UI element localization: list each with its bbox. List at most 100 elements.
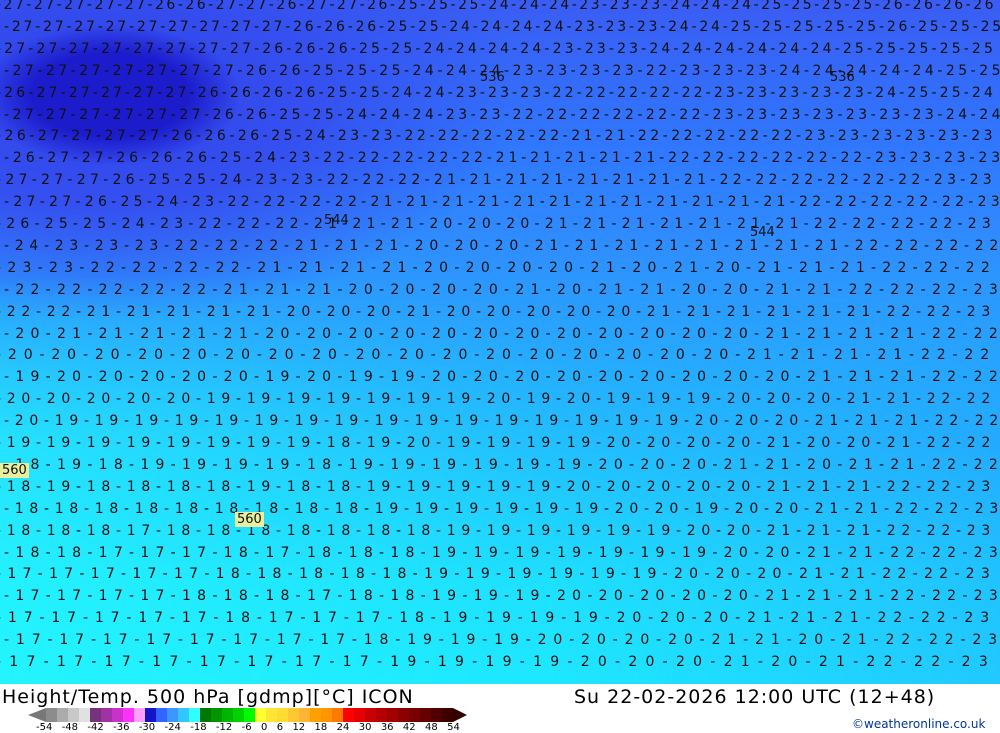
temperature-row: -17-17-17-17-17-17-17-17-19-19-19-19-20-… (0, 654, 996, 670)
scale-tick-label: -36 (113, 722, 130, 733)
color-swatch (387, 708, 398, 722)
contour-label: 536 (480, 70, 505, 85)
temperature-row: -19-19-19-19-19-19-19-19-18-19-20-19-19-… (0, 435, 996, 451)
temperature-row: -24-23-23-23-22-22-22-21-21-21-20-20-20-… (4, 237, 1000, 254)
color-swatch (288, 708, 299, 722)
color-swatch (145, 708, 156, 722)
temperature-row: -22-22-21-21-21-21-21-20-20-20-21-20-20-… (0, 303, 996, 320)
color-swatch (420, 708, 431, 722)
color-swatch (123, 708, 134, 722)
temperature-row: -17-17-17-17-17-17-17-17-18-19-19-19-20-… (4, 632, 1000, 649)
scale-tick-label: 6 (276, 722, 284, 733)
scale-tick-label: -30 (138, 722, 156, 733)
color-swatch (189, 708, 200, 722)
temperature-row: -26-27-27-27-27-27-26-26-26-26-25-25-24-… (0, 84, 996, 101)
color-swatch (233, 708, 244, 722)
temperature-row: -17-17-17-17-17-18-18-18-18-18-19-19-19-… (0, 566, 996, 583)
color-swatch (299, 708, 310, 722)
color-swatch (68, 708, 79, 722)
scale-tick-label: -6 (241, 722, 252, 733)
temperature-row: -18-18-17-17-17-18-17-18-18-18-19-19-19-… (4, 544, 1000, 561)
temperature-row: -27-27-27-27-27-26-26-27-27-26-27-27-26-… (0, 0, 996, 13)
scale-tick-label: -54 (36, 722, 53, 733)
color-swatch (101, 708, 112, 722)
color-swatch (167, 708, 178, 722)
color-swatch (244, 708, 255, 722)
color-swatch (156, 708, 167, 722)
temperature-row: -18-19-18-18-18-18-19-18-18-19-19-19-19-… (0, 478, 996, 495)
contour-label: 544 (750, 225, 775, 240)
temperature-row: -27-27-27-27-27-27-27-27-26-26-26-25-25-… (0, 40, 996, 57)
scale-tick-label: 48 (425, 722, 438, 733)
color-swatch (255, 708, 266, 722)
contour-label: 536 (830, 70, 855, 85)
contour-label: 544 (324, 213, 349, 228)
scale-tick-label: 0 (260, 722, 268, 733)
temperature-row: -17-17-17-17-18-18-18-17-18-18-19-19-19-… (4, 588, 1000, 605)
contour-label: 560 (0, 463, 29, 478)
scale-tick-label: 24 (336, 722, 350, 733)
scale-tick-label: 12 (292, 722, 306, 733)
temperature-row: -20-21-21-21-21-21-20-20-20-20-20-20-20-… (4, 325, 1000, 342)
scale-tick-label: 54 (447, 722, 460, 733)
color-swatch (222, 708, 233, 722)
color-swatch (134, 708, 145, 722)
color-swatch (321, 708, 332, 722)
temperature-row: -26-27-27-26-26-26-25-24-23-22-22-22-22-… (4, 150, 1000, 167)
temperature-row: -20-20-20-20-20-19-19-19-19-19-19-19-20-… (0, 391, 996, 408)
color-swatch (178, 708, 189, 722)
color-swatch (354, 708, 365, 722)
scale-tick-label: 36 (380, 722, 394, 733)
color-swatch (409, 708, 420, 722)
color-swatch (79, 708, 90, 722)
temperature-row: -23-23-22-22-22-22-21-21-21-21-20-20-20-… (0, 259, 996, 276)
temperature-row: -20-19-19-19-19-19-19-19-19-19-19-19-19-… (4, 413, 1000, 430)
color-swatch (431, 708, 442, 722)
color-swatch (365, 708, 376, 722)
valid-datetime: Su 22-02-2026 12:00 UTC (12+48) (574, 686, 936, 708)
contour-label: 560 (235, 512, 264, 527)
color-swatch (310, 708, 321, 722)
scale-tick-label: 30 (358, 722, 372, 733)
color-swatch (442, 708, 453, 722)
color-swatch (112, 708, 123, 722)
temperature-row: -27-27-27-26-25-25-24-23-23-22-22-22-21-… (0, 172, 996, 189)
color-swatch (57, 708, 68, 722)
color-swatch (376, 708, 387, 722)
legend-panel: Height/Temp. 500 hPa [gdmp][°C] ICON Su … (0, 684, 1000, 733)
scale-tick-label: 18 (314, 722, 328, 733)
temperature-row: -18-18-18-17-18-18-18-18-18-18-18-19-19-… (0, 522, 996, 539)
scale-tick-label: -12 (215, 722, 233, 733)
scale-tick-label: -42 (87, 722, 104, 733)
color-swatch (90, 708, 101, 722)
temperature-row: -27-27-26-25-24-23-22-22-22-22-21-21-21-… (4, 194, 1000, 211)
scale-arrow-left (28, 708, 46, 722)
color-swatch (46, 708, 57, 722)
temperature-row: -17-17-17-17-17-18-17-17-17-18-19-19-19-… (0, 610, 996, 627)
temperature-row: -20-20-20-20-20-20-20-20-20-20-20-20-20-… (0, 347, 996, 364)
scale-arrow-right (453, 708, 467, 722)
color-swatch (266, 708, 277, 722)
color-swatch (277, 708, 288, 722)
temperature-row: -26-25-25-24-23-22-22-22-21-21-21-20-20-… (0, 216, 996, 232)
temperature-row: -26-27-27-27-27-26-26-26-25-24-23-23-22-… (0, 128, 996, 145)
temperature-row: -27-27-27-27-27-27-26-26-25-25-24-24-24-… (4, 106, 1000, 123)
color-swatch (343, 708, 354, 722)
credit-link[interactable]: ©weatheronline.co.uk (852, 717, 985, 731)
color-swatch (332, 708, 343, 722)
color-swatch (398, 708, 409, 722)
map-title: Height/Temp. 500 hPa [gdmp][°C] ICON (2, 686, 414, 708)
color-scale (28, 708, 467, 722)
temperature-row: -22-22-22-22-22-21-21-21-20-20-20-20-21-… (4, 281, 1000, 298)
scale-tick-label: -24 (164, 722, 181, 733)
temperature-grid: -27-27-27-27-27-26-26-27-27-26-27-27-26-… (0, 0, 1000, 684)
scale-tick-label: 42 (402, 722, 416, 733)
temperature-row: -19-20-20-20-20-20-19-20-19-19-20-20-20-… (4, 369, 1000, 386)
scale-ticks: -54 -48 -42 -36 -30 -24 -18 -12 -6 0 6 12 18 24 30 36 42… (36, 722, 460, 733)
temperature-row: -27-27-27-27-27-27-27-27-27-26-26-26-25-… (4, 18, 1000, 35)
scale-tick-label: -18 (190, 722, 207, 733)
temperature-row: -18-18-18-18-18-18-18-18-18-19-19-19-19-… (4, 500, 1000, 517)
color-swatches (46, 708, 453, 722)
color-swatch (200, 708, 211, 722)
temperature-row: -18-19-18-19-19-19-19-18-19-19-19-19-19-… (4, 456, 1000, 473)
